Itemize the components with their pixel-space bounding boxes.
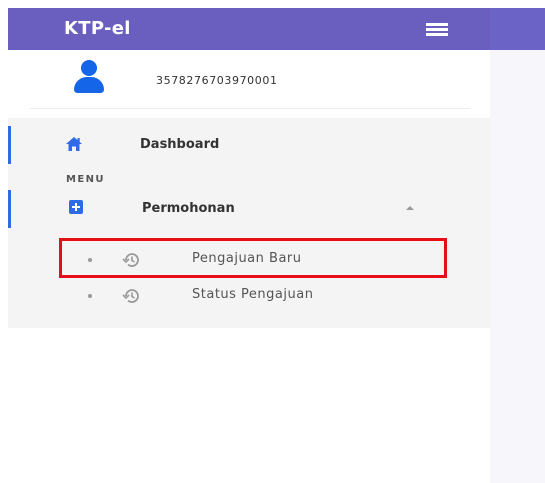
sidebar: KTP-el 3578276703970001 Dashboard MENU P… (8, 8, 490, 483)
sidebar-item-label: Dashboard (140, 137, 220, 152)
sidebar-item-permohonan[interactable]: Permohonan (8, 190, 490, 228)
bullet-dot (88, 294, 92, 298)
user-profile: 3578276703970001 (8, 50, 490, 110)
submenu-item-status-pengajuan[interactable]: Status Pengajuan (8, 278, 490, 314)
submenu-item-pengajuan-baru[interactable]: Pengajuan Baru (8, 242, 490, 278)
sidebar-item-dashboard[interactable]: Dashboard (8, 126, 490, 164)
sidebar-header: KTP-el (8, 8, 490, 50)
menu-heading: MENU (66, 174, 105, 185)
divider (30, 108, 470, 109)
nav-menu: Dashboard MENU Permohonan Pengajuan Baru (8, 118, 490, 328)
avatar-icon (74, 60, 104, 94)
plus-square-icon (69, 200, 83, 214)
submenu-item-label: Status Pengajuan (192, 287, 314, 302)
submenu-item-label: Pengajuan Baru (192, 251, 302, 266)
app-stage: KTP-el 3578276703970001 Dashboard MENU P… (0, 0, 545, 483)
user-id: 3578276703970001 (156, 74, 278, 87)
sidebar-item-label: Permohonan (142, 201, 235, 216)
content-topbar (490, 8, 545, 50)
sidebar-footer-space (8, 328, 490, 483)
history-icon (122, 289, 139, 303)
app-title[interactable]: KTP-el (64, 18, 131, 39)
chevron-up-icon[interactable] (406, 206, 414, 210)
menu-toggle-icon[interactable] (426, 23, 448, 37)
bullet-dot (88, 258, 92, 262)
content-area (490, 8, 545, 483)
home-icon (66, 137, 82, 151)
history-icon (122, 253, 139, 267)
